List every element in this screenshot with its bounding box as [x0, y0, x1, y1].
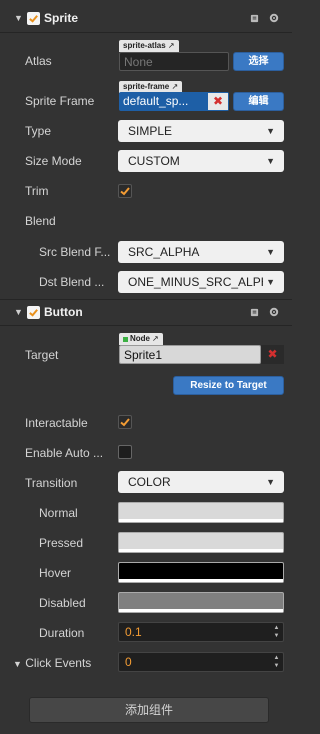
click-events-value: 0 — [125, 655, 132, 669]
clear-sprite-frame-icon[interactable]: ✖ — [208, 93, 228, 110]
trim-label: Trim — [25, 184, 49, 198]
atlas-field[interactable]: None — [119, 52, 229, 71]
click-events-label[interactable]: ▼ Click Events — [13, 656, 91, 670]
transition-label: Transition — [25, 476, 78, 490]
divider — [0, 325, 292, 326]
duration-value: 0.1 — [125, 625, 142, 639]
sprite-frame-label: Sprite Frame — [25, 94, 95, 108]
type-value: SIMPLE — [128, 124, 173, 138]
add-component-button[interactable]: 添加组件 — [29, 697, 269, 723]
trim-checkbox[interactable] — [118, 184, 132, 198]
settings-gear-icon[interactable] — [269, 307, 279, 317]
dst-blend-value: ONE_MINUS_SRC_ALPH — [128, 275, 270, 289]
interactable-checkbox[interactable] — [118, 415, 132, 429]
disabled-color-swatch[interactable] — [118, 592, 284, 613]
enable-auto-gray-checkbox[interactable] — [118, 445, 132, 459]
dropdown-arrow-icon: ▼ — [266, 477, 275, 487]
click-events-count-input[interactable]: 0 ▲ ▼ — [118, 652, 284, 672]
settings-gear-icon[interactable] — [269, 13, 279, 23]
collapse-arrow-icon[interactable]: ▼ — [14, 307, 23, 317]
enable-auto-gray-label: Enable Auto ... — [25, 446, 104, 460]
number-spinner-icon[interactable]: ▲ ▼ — [272, 624, 281, 640]
expand-arrow-icon[interactable]: ▼ — [13, 659, 22, 669]
disabled-color-label: Disabled — [39, 596, 86, 610]
duration-input[interactable]: 0.1 ▲ ▼ — [118, 622, 284, 642]
number-spinner-icon[interactable]: ▲ ▼ — [272, 654, 281, 670]
select-atlas-button[interactable]: 选择 — [233, 52, 284, 71]
blend-label: Blend — [25, 214, 56, 228]
dropdown-arrow-icon: ▼ — [266, 156, 275, 166]
pressed-color-label: Pressed — [39, 536, 84, 550]
button-component-header[interactable]: ▼ Button — [0, 300, 292, 324]
src-blend-label: Src Blend F... — [39, 245, 111, 259]
clear-target-icon[interactable]: ✖ — [261, 345, 284, 364]
button-enabled-checkbox[interactable] — [27, 305, 40, 319]
type-label: Type — [25, 124, 52, 138]
sprite-atlas-tag: sprite-atlas ↗ — [119, 40, 179, 52]
size-mode-select[interactable]: CUSTOM ▼ — [118, 150, 284, 172]
duration-label: Duration — [39, 626, 85, 640]
sprite-enabled-checkbox[interactable] — [27, 11, 40, 25]
sprite-component-title: Sprite — [44, 11, 79, 25]
help-book-icon[interactable] — [249, 307, 259, 317]
node-tag: Node ↗ — [119, 333, 163, 345]
hover-color-label: Hover — [39, 566, 72, 580]
src-blend-select[interactable]: SRC_ALPHA ▼ — [118, 241, 284, 263]
dropdown-arrow-icon: ▼ — [263, 271, 275, 293]
button-component-title: Button — [44, 305, 83, 319]
target-label: Target — [25, 348, 59, 362]
interactable-label: Interactable — [25, 416, 88, 430]
dst-blend-label: Dst Blend ... — [39, 275, 105, 289]
dropdown-arrow-icon: ▼ — [266, 247, 275, 257]
pressed-color-swatch[interactable] — [118, 532, 284, 553]
atlas-label: Atlas — [25, 54, 52, 68]
collapse-arrow-icon[interactable]: ▼ — [14, 13, 23, 23]
sprite-frame-value: default_sp... — [123, 94, 189, 108]
type-select[interactable]: SIMPLE ▼ — [118, 120, 284, 142]
target-field[interactable]: Sprite1 — [119, 345, 261, 364]
resize-to-target-button[interactable]: Resize to Target — [173, 376, 284, 395]
transition-value: COLOR — [128, 475, 171, 489]
size-mode-label: Size Mode — [25, 154, 82, 168]
normal-color-swatch[interactable] — [118, 502, 284, 523]
node-type-icon — [123, 336, 128, 342]
hover-color-swatch[interactable] — [118, 562, 284, 583]
edit-sprite-frame-button[interactable]: 编辑 — [233, 92, 284, 111]
size-mode-value: CUSTOM — [128, 154, 180, 168]
dst-blend-select[interactable]: ONE_MINUS_SRC_ALPH ▼ — [118, 271, 284, 293]
divider — [0, 32, 292, 33]
dropdown-arrow-icon: ▼ — [266, 126, 275, 136]
src-blend-value: SRC_ALPHA — [128, 245, 200, 259]
click-events-text: Click Events — [25, 656, 92, 670]
normal-color-label: Normal — [39, 506, 78, 520]
help-book-icon[interactable] — [249, 13, 259, 23]
transition-select[interactable]: COLOR ▼ — [118, 471, 284, 493]
sprite-component-header[interactable]: ▼ Sprite — [0, 6, 292, 30]
